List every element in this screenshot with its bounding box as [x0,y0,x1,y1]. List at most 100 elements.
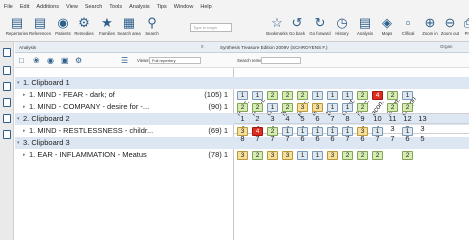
rubric-count: (78) 1 [208,150,228,159]
remedy-rank: 8 [345,114,350,123]
grade-cell[interactable]: 3 [297,102,308,112]
print-button[interactable]: ⎙Print [454,14,469,40]
grade-cell[interactable]: 1 [342,90,353,100]
remedy-rank: 11 [388,114,397,123]
remedy-rank: 3 [270,114,275,123]
menu-item-edit[interactable]: Edit [20,4,29,10]
grade-cell[interactable]: 2 [387,102,398,112]
grade-cell[interactable]: 2 [387,90,398,100]
header-divider [234,113,469,114]
menu-item-file[interactable]: File [4,4,13,10]
header-divider [234,123,469,124]
menu-item-help[interactable]: Help [200,4,211,10]
grade-cell[interactable]: 3 [237,126,248,136]
grade-cell[interactable]: 2 [282,90,293,100]
menu-item-analysis[interactable]: Analysis [129,4,149,10]
expand-icon[interactable]: ▸ [23,125,26,137]
cube-icon[interactable]: ▣ [61,56,69,65]
grade-cell[interactable]: 2 [357,150,368,160]
sidebar-tool-icon[interactable] [3,66,11,75]
search-input[interactable]: Type to begin [190,23,232,32]
grade-cell[interactable]: 1 [282,126,293,136]
grade-cell[interactable]: 2 [402,150,413,160]
expand-icon[interactable]: ▸ [23,89,26,101]
rubric-row[interactable]: ▸ 1. EAR - INFLAMMATION - Meatus (78) 1 [15,149,234,161]
sidebar-tool-icon[interactable] [3,48,11,57]
grade-cell[interactable]: 3 [312,102,323,112]
grade-cell[interactable]: 4 [252,126,263,136]
expand-icon[interactable]: ▾ [17,113,20,125]
grade-cell[interactable]: 3 [267,150,278,160]
grade-cell[interactable]: 2 [282,102,293,112]
grade-cell[interactable]: 2 [297,90,308,100]
grade-cell[interactable]: 2 [252,150,263,160]
search-button[interactable]: ⚲ Search [137,14,167,40]
grade-cell[interactable]: 2 [267,90,278,100]
clipboard-row[interactable]: ▾ 3. Clipboard 3 [15,137,234,149]
close-icon[interactable]: x [201,44,204,50]
clipboard-row[interactable]: ▾ 2. Clipboard 2 [15,113,234,125]
grade-cell[interactable]: 1 [327,102,338,112]
grade-cell[interactable]: 3 [327,150,338,160]
grade-cell[interactable]: 2 [372,150,383,160]
patient-icon[interactable]: ◉ [47,56,54,65]
grade-cell[interactable]: 1 [327,90,338,100]
grade-cell[interactable]: 1 [402,126,413,136]
left-sidebar [0,42,14,240]
grade-cell[interactable]: 2 [237,102,248,112]
menu-item-tools[interactable]: Tools [109,4,122,10]
grade-cell[interactable]: 1 [297,150,308,160]
pin-icon[interactable]: ❀ [33,56,40,65]
remedy-rank: 2 [255,114,260,123]
grade-cell[interactable]: 2 [252,102,263,112]
settings-icon[interactable]: ⚙ [75,56,82,65]
rubric-row[interactable]: ▸ 1. MIND - RESTLESSNESS - childr... (69) … [15,125,234,137]
search-remedy-input[interactable] [261,57,301,64]
grade-cell[interactable]: 1 [372,126,383,136]
grade-cell[interactable]: 2 [402,102,413,112]
grade-cell[interactable]: 1 [252,90,263,100]
grade-cell[interactable]: 1 [312,126,323,136]
expand-icon[interactable]: ▸ [23,149,26,161]
grade-cell[interactable]: 2 [357,102,368,112]
expand-icon[interactable]: ▾ [17,77,20,89]
grade-cell[interactable]: 2 [342,150,353,160]
menu-item-window[interactable]: Window [174,4,194,10]
menu-item-tips[interactable]: Tips [157,4,167,10]
views-icon[interactable]: ☰ [121,56,128,65]
grade-cell[interactable]: 3 [357,126,368,136]
grade-cell[interactable]: 1 [267,102,278,112]
grade-cell[interactable]: 2 [267,126,278,136]
menu-item-search[interactable]: Search [85,4,102,10]
grade-cell[interactable]: 1 [312,90,323,100]
remedy-rank: 13 [418,114,427,123]
tab-organon[interactable]: Organ [440,44,453,49]
clipboard-row[interactable]: ▾ 1. Clipboard 1 [15,77,234,89]
grade-cell[interactable]: 1 [342,126,353,136]
grade-cell[interactable]: 1 [297,126,308,136]
grade-cell[interactable]: 1 [342,102,353,112]
expand-icon[interactable]: ▸ [23,101,26,113]
rubric-row[interactable]: ▸ 1. MIND - FEAR - dark; of (105) 1 [15,89,234,101]
grade-cell[interactable]: 1 [327,126,338,136]
rubric-count: (105) 1 [204,90,228,99]
sidebar-tool-icon[interactable] [3,82,11,91]
menu-item-additions[interactable]: Additions [36,4,59,10]
menu-item-view[interactable]: View [66,4,78,10]
grade-cell[interactable]: 2 [357,90,368,100]
sidebar-tool-icon[interactable] [3,130,11,139]
grade-cell[interactable]: 3 [282,150,293,160]
sidebar-tool-icon[interactable] [3,114,11,123]
print-icon: ⎙ [454,14,469,31]
rubric-row[interactable]: ▸ 1. MIND - COMPANY - desire for -... (90)… [15,101,234,113]
grade-cell[interactable]: 3 [237,150,248,160]
sidebar-tool-icon[interactable] [3,98,11,107]
clipboard-icon[interactable]: □ [19,56,24,65]
grade-cell[interactable]: 1 [402,90,413,100]
expand-icon[interactable]: ▾ [17,137,20,149]
analysis-title: Analysis [19,45,37,50]
grade-cell[interactable]: 1 [237,90,248,100]
views-select[interactable]: Full repertory [149,57,201,64]
grade-cell[interactable]: 4 [372,90,383,100]
grade-cell[interactable]: 1 [312,150,323,160]
